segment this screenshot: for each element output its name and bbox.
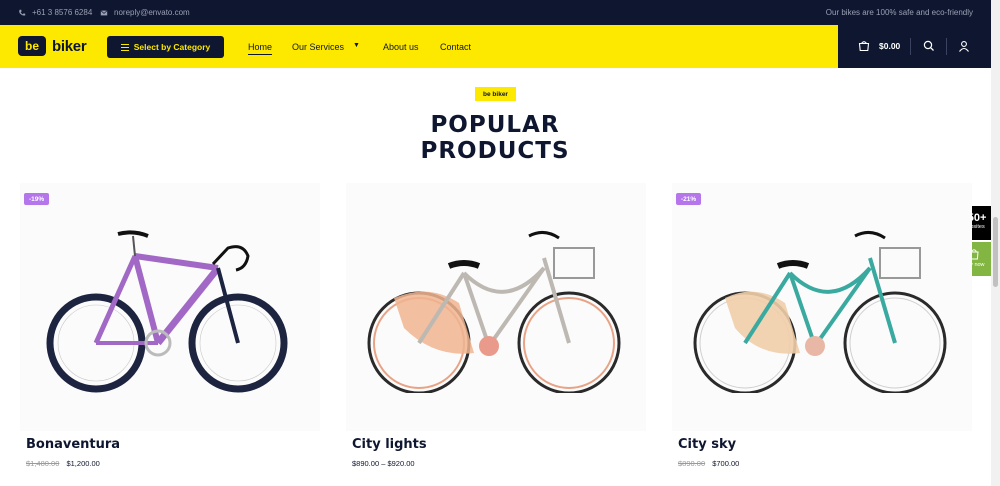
product-name[interactable]: Bonaventura xyxy=(26,437,120,452)
nav-contact[interactable]: Contact xyxy=(440,42,471,52)
section-title: POPULAR PRODUCTS xyxy=(360,112,630,164)
nav-our-services[interactable]: Our Services xyxy=(292,42,344,52)
product-image[interactable]: -21% xyxy=(672,183,972,431)
divider xyxy=(946,38,947,55)
cart-icon[interactable] xyxy=(858,40,870,52)
topbar-notice: Our bikes are 100% safe and eco-friendly xyxy=(825,8,973,17)
logo-text: biker xyxy=(52,37,87,55)
select-category-button[interactable]: Select by Category xyxy=(107,36,224,58)
discount-badge: -21% xyxy=(676,193,702,205)
cart-total[interactable]: $0.00 xyxy=(879,41,900,51)
search-icon[interactable] xyxy=(923,40,935,52)
current-price: $700.00 xyxy=(712,459,740,468)
current-price: $890.00 – $920.00 xyxy=(352,459,415,468)
product-image[interactable]: -19% xyxy=(20,183,320,431)
current-price: $1,200.00 xyxy=(66,459,100,468)
nav-home[interactable]: Home xyxy=(248,42,273,55)
menu-icon xyxy=(120,43,129,51)
city-bike-image xyxy=(367,231,621,393)
old-price: $890.00 xyxy=(678,459,706,468)
topbar-phone[interactable]: +61 3 8576 6284 xyxy=(18,8,92,17)
product-card[interactable]: City lights $890.00 – $920.00 xyxy=(346,183,646,473)
logo-mark: be xyxy=(18,36,46,56)
phone-number: +61 3 8576 6284 xyxy=(32,8,93,17)
old-price: $1,480.00 xyxy=(26,459,60,468)
top-info-bar: +61 3 8576 6284 noreply@envato.com Our b… xyxy=(0,0,991,25)
section-tag: be biker xyxy=(475,87,516,101)
product-image[interactable] xyxy=(346,183,646,431)
section-title-line1: POPULAR xyxy=(430,112,560,138)
product-card[interactable]: -21% City sky $890.00 $700.00 xyxy=(672,183,972,473)
nav-about-us[interactable]: About us xyxy=(383,42,419,52)
discount-badge: -19% xyxy=(24,193,50,205)
product-name[interactable]: City lights xyxy=(352,437,427,452)
user-icon[interactable] xyxy=(958,40,970,52)
header-actions: $0.00 xyxy=(838,25,991,68)
product-card[interactable]: -19% Bonaventura $1,480.00 $1,200.00 xyxy=(20,183,320,473)
topbar-email[interactable]: noreply@envato.com xyxy=(100,8,190,17)
site-logo[interactable]: be biker xyxy=(18,36,87,56)
mail-icon xyxy=(100,9,108,15)
phone-icon xyxy=(19,9,26,16)
chevron-down-icon[interactable]: ▼ xyxy=(353,42,360,49)
city-bike-image xyxy=(693,231,947,393)
product-price: $1,480.00 $1,200.00 xyxy=(26,459,100,468)
product-name[interactable]: City sky xyxy=(678,437,736,452)
section-title-line2: PRODUCTS xyxy=(420,138,570,164)
email-address: noreply@envato.com xyxy=(114,8,190,17)
category-button-label: Select by Category xyxy=(133,42,211,52)
divider xyxy=(910,38,911,55)
product-price: $890.00 $700.00 xyxy=(678,459,739,468)
product-price: $890.00 – $920.00 xyxy=(352,459,415,468)
scrollbar-thumb[interactable] xyxy=(993,217,998,287)
road-bike-image xyxy=(46,230,288,393)
